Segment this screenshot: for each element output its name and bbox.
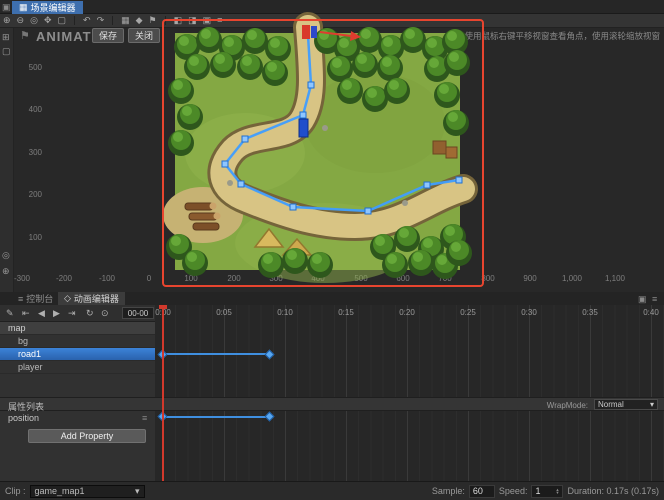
time-tick: 0:10: [277, 308, 293, 317]
split-left-icon[interactable]: ◧: [174, 16, 183, 25]
hruler-tick: 900: [523, 274, 537, 283]
console-tab-icon: ≡: [18, 293, 24, 304]
hruler-tick: 1,000: [561, 274, 583, 283]
hruler-tick: 800: [481, 274, 495, 283]
skip-to-end-icon[interactable]: ⇥: [68, 308, 76, 319]
property-menu-icon[interactable]: ≡: [142, 413, 147, 423]
main-toolbar: ⊕ ⊖ ◎ ✥ ▢ ↶ ↷ ▦ ◆ ⚑ ◧ ◨ ▣ ≡: [0, 14, 664, 28]
edit-keyframe-icon[interactable]: ✎: [6, 308, 14, 319]
time-tick: 0:20: [399, 308, 415, 317]
list-icon[interactable]: ≡: [217, 16, 222, 25]
close-button[interactable]: 关闭: [128, 28, 160, 43]
zoom-out-icon[interactable]: ⊖: [17, 16, 25, 25]
tab-scene-editor[interactable]: ▦ 场景编辑器: [12, 1, 83, 14]
hruler-tick: 1,100: [604, 274, 626, 283]
flag-icon[interactable]: ⚑: [149, 16, 157, 25]
node-row-road1[interactable]: road1: [0, 348, 155, 361]
hruler-tick: -200: [55, 274, 72, 283]
toolbar-separator: [74, 16, 76, 25]
clip-select[interactable]: game_map1 ▾: [29, 484, 145, 498]
zoom-in-icon[interactable]: ⊕: [3, 16, 11, 25]
split-right-icon[interactable]: ◨: [188, 16, 197, 25]
chevron-down-icon: ▾: [134, 485, 140, 496]
select-tool-icon[interactable]: ▢: [2, 46, 11, 57]
tab-animation-editor[interactable]: ◇ 动画编辑器: [58, 292, 125, 305]
add-keyframe-icon[interactable]: ⊙: [101, 308, 109, 319]
wrapmode-label: WrapMode:: [546, 401, 588, 410]
time-tick: 0:05: [216, 308, 232, 317]
tab-console[interactable]: ≡ 控制台: [12, 292, 59, 305]
undo-icon[interactable]: ↶: [83, 16, 91, 25]
node-row-map[interactable]: map: [0, 322, 155, 335]
hruler-tick: -100: [98, 274, 115, 283]
panel-maximize-icon[interactable]: ▣: [638, 294, 647, 305]
snap-icon[interactable]: ◆: [136, 16, 143, 25]
zoom-reset-icon[interactable]: ◎: [30, 16, 38, 25]
animate-flag-icon: ⚑: [20, 30, 30, 42]
rect-select-icon[interactable]: ▢: [58, 16, 67, 25]
grid-tool-icon[interactable]: ⊞: [2, 32, 10, 43]
zoom-tool-icon[interactable]: ◎: [2, 250, 10, 261]
time-tick: 0:35: [582, 308, 598, 317]
scene-tab-label: 场景编辑器: [30, 3, 76, 13]
play-icon[interactable]: ▶: [53, 308, 60, 319]
clip-label: Clip :: [5, 486, 26, 496]
hruler-tick: 200: [227, 274, 241, 283]
toolbar-separator: [164, 16, 166, 25]
time-tick: 0:15: [338, 308, 354, 317]
animation-tab-icon: ◇: [64, 293, 71, 303]
time-tick: 0:40: [643, 308, 659, 317]
speed-input[interactable]: 1 ▲ ▼: [531, 484, 564, 498]
vruler-tick: 500: [28, 63, 42, 72]
statusbar: Clip : game_map1 ▾ Sample: 60 Speed: 1 ▲…: [0, 481, 664, 500]
viewport-hint-text: 使用鼠标右键平移视窗查看角点，使用滚轮缩放视窗: [464, 31, 660, 41]
wrapmode-select[interactable]: Normal ▾: [594, 399, 658, 410]
vruler-tick: 100: [28, 233, 42, 242]
hruler-tick: -300: [13, 274, 30, 283]
panel-menu-icon[interactable]: ≡: [652, 294, 657, 304]
sample-input[interactable]: 60: [468, 484, 495, 498]
chevron-down-icon: ▾: [649, 400, 654, 409]
add-property-button[interactable]: Add Property: [28, 429, 146, 443]
keyframe-span-position: [163, 416, 270, 418]
sample-label: Sample:: [431, 486, 465, 496]
vruler-tick: 400: [28, 105, 42, 114]
keyframe-span-road1: [163, 353, 270, 355]
playhead[interactable]: [162, 305, 164, 481]
timeline-grid[interactable]: [155, 305, 664, 481]
time-tick: 0:25: [460, 308, 476, 317]
grid-icon[interactable]: ▦: [121, 16, 130, 25]
speed-label: Speed:: [498, 486, 528, 496]
app-icon: ▣: [2, 2, 11, 12]
snapshot-icon[interactable]: ▣: [203, 16, 212, 25]
node-row-player[interactable]: player: [0, 361, 155, 374]
step-back-icon[interactable]: ◀: [38, 308, 45, 319]
hruler-tick: 0: [146, 274, 152, 283]
skip-to-start-icon[interactable]: ⇤: [22, 308, 30, 319]
property-list-header: 属性列表 WrapMode:: [0, 397, 664, 412]
speed-stepper[interactable]: ▲ ▼: [555, 488, 559, 495]
vruler-tick: 300: [28, 148, 42, 157]
node-row-bg[interactable]: bg: [0, 335, 155, 348]
titlebar: ▣ ▦ 场景编辑器: [0, 0, 664, 14]
loop-icon[interactable]: ↻: [86, 308, 94, 319]
scene-tab-icon: ▦: [19, 2, 28, 12]
selected-node-gizmo[interactable]: [298, 118, 309, 138]
animation-editor-app: ▣ ▦ 场景编辑器 ⊕ ⊖ ◎ ✥ ▢ ↶ ↷ ▦ ◆ ⚑ ◧ ◨ ▣ ≡ ⊞ …: [0, 0, 664, 500]
scene-map[interactable]: [163, 12, 478, 283]
time-tick: 0:30: [521, 308, 537, 317]
vruler-tick: 200: [28, 190, 42, 199]
redo-icon[interactable]: ↷: [97, 16, 105, 25]
save-button[interactable]: 保存: [92, 28, 124, 43]
toolbar-separator: [112, 16, 114, 25]
pan-tool-icon[interactable]: ✥: [44, 16, 52, 25]
property-row-position[interactable]: position ≡: [0, 411, 155, 425]
duration-text: Duration: 0.17s (0.17s): [567, 486, 659, 496]
